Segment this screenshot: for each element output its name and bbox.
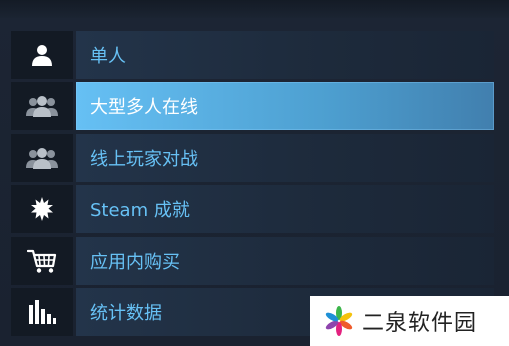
multi-player-icon (25, 147, 59, 169)
icon-cell (11, 31, 73, 79)
label-cell: Steam 成就 (76, 185, 494, 233)
icon-cell (11, 134, 73, 182)
feature-item-label: Steam 成就 (90, 200, 190, 221)
label-cell: 单人 (76, 31, 494, 79)
achievement-icon (30, 197, 54, 221)
feature-item-label: 大型多人在线 (90, 97, 198, 118)
feature-item-label: 单人 (90, 46, 126, 67)
stats-icon (27, 300, 57, 324)
single-player-icon (30, 43, 54, 67)
watermark: 二泉软件园 (310, 296, 509, 346)
feature-item-mmo[interactable]: 大型多人在线 (11, 82, 494, 130)
pinwheel-logo-icon (324, 306, 354, 336)
icon-cell (11, 288, 73, 336)
feature-item-label: 线上玩家对战 (90, 149, 198, 170)
feature-item-in-app-purchases[interactable]: 应用内购买 (11, 237, 494, 285)
icon-cell (11, 82, 73, 130)
multi-player-icon (25, 95, 59, 117)
label-cell: 线上玩家对战 (76, 134, 494, 182)
top-shadow-band (0, 0, 509, 18)
feature-item-label: 应用内购买 (90, 252, 180, 273)
feature-item-online-pvp[interactable]: 线上玩家对战 (11, 134, 494, 182)
feature-item-single-player[interactable]: 单人 (11, 31, 494, 79)
label-cell: 大型多人在线 (76, 82, 494, 130)
cart-icon (27, 248, 57, 274)
icon-cell (11, 185, 73, 233)
watermark-text: 二泉软件园 (362, 311, 478, 336)
feature-item-steam-achievements[interactable]: Steam 成就 (11, 185, 494, 233)
icon-cell (11, 237, 73, 285)
feature-item-label: 统计数据 (90, 303, 162, 324)
label-cell: 应用内购买 (76, 237, 494, 285)
